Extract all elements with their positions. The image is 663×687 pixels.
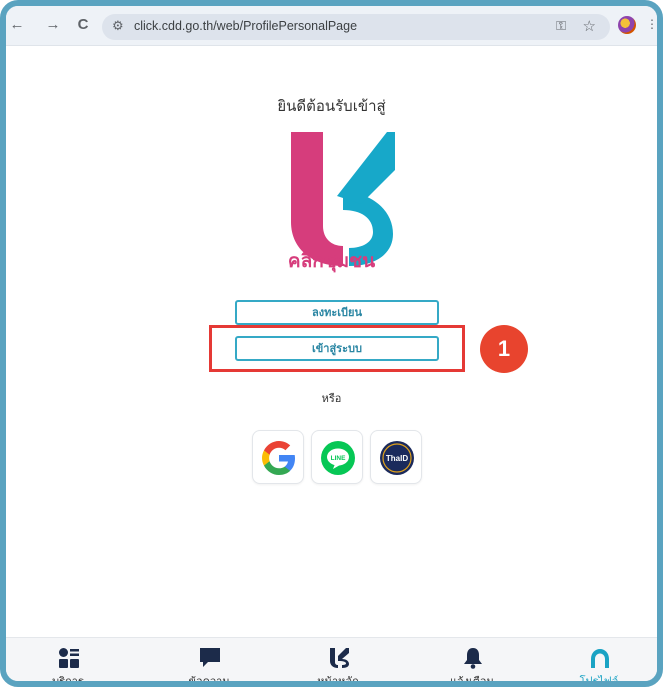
- google-icon: [262, 441, 295, 475]
- password-key-icon[interactable]: ⚿: [556, 18, 566, 34]
- profile-person-icon: [591, 649, 609, 668]
- line-login-button[interactable]: LINE: [311, 430, 363, 484]
- welcome-heading: ยินดีต้อนรับเข้าสู่: [277, 97, 386, 115]
- nav-messages-label: ข้อความ: [188, 675, 230, 687]
- message-bubble-icon: [200, 648, 220, 667]
- address-bar[interactable]: ⚙ click.cdd.go.th/web/ProfilePersonalPag…: [102, 14, 610, 40]
- nav-profile-label: โปรไฟล์: [579, 675, 619, 687]
- bell-icon: [464, 648, 482, 669]
- nav-home[interactable]: หน้าหลัก: [298, 638, 378, 687]
- svg-text:LINE: LINE: [331, 455, 346, 462]
- line-icon: LINE: [321, 441, 355, 475]
- highlight-annotation-box: [209, 325, 465, 372]
- nav-profile[interactable]: โปรไฟล์: [559, 638, 639, 687]
- register-button[interactable]: ลงทะเบียน: [235, 300, 439, 325]
- google-login-button[interactable]: [252, 430, 304, 484]
- or-separator: หรือ: [321, 392, 342, 405]
- url-text[interactable]: click.cdd.go.th/web/ProfilePersonalPage: [134, 19, 357, 33]
- nav-services-label: บริการ: [52, 675, 84, 687]
- bookmark-star-icon[interactable]: ☆: [583, 17, 596, 35]
- device-frame: ← → C ⚙ click.cdd.go.th/web/ProfilePerso…: [0, 0, 663, 687]
- nav-messages[interactable]: ข้อความ: [169, 638, 249, 687]
- site-settings-icon[interactable]: ⚙: [112, 18, 124, 34]
- browser-toolbar: ← → C ⚙ click.cdd.go.th/web/ProfilePerso…: [6, 6, 657, 46]
- thaid-icon: ThaID: [380, 441, 414, 475]
- nav-notifications-label: แจ้งเตือน: [450, 675, 494, 687]
- bottom-navigation: บริการ ข้อความ หน้าหลัก แจ้งเตือน โปรไฟล…: [6, 637, 657, 687]
- services-grid-icon: [59, 648, 79, 668]
- browser-profile-icon[interactable]: [618, 16, 636, 34]
- reload-icon[interactable]: C: [74, 15, 92, 35]
- step-number-badge: 1: [480, 325, 528, 373]
- thaid-login-button[interactable]: ThaID: [370, 430, 422, 484]
- brand-name: คลิกชุมชน: [287, 250, 376, 272]
- nav-notifications[interactable]: แจ้งเตือน: [432, 638, 512, 687]
- nav-services[interactable]: บริการ: [28, 638, 108, 687]
- browser-menu-icon[interactable]: ⋮: [646, 17, 657, 31]
- nav-home-label: หน้าหลัก: [317, 675, 359, 687]
- back-icon[interactable]: ←: [8, 15, 26, 35]
- forward-icon[interactable]: →: [44, 15, 62, 35]
- home-logo-icon: [330, 648, 349, 668]
- svg-text:ThaID: ThaID: [386, 454, 408, 463]
